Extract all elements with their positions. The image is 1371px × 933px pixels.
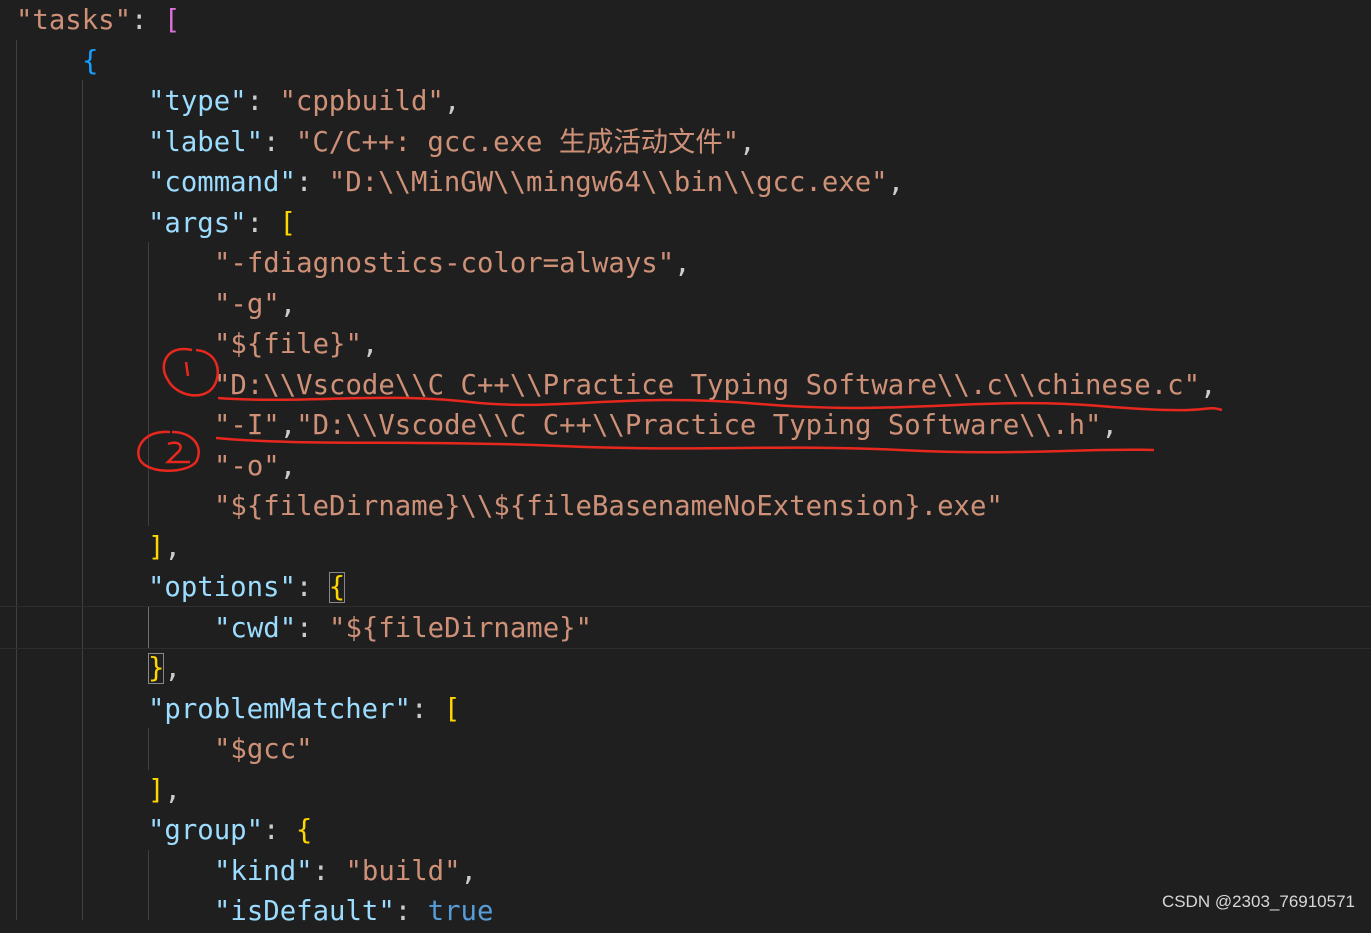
code-line-arg-include[interactable]: "-I","D:\\Vscode\\C C++\\Practice Typing… [214,406,1118,447]
token: true [427,896,494,927]
token: "label" [148,126,264,158]
token: : [312,855,346,887]
token: "-g" [214,288,280,320]
token: [ [443,693,461,725]
token: : [296,612,330,644]
token: ] [148,774,165,806]
token: "D:\\Vscode\\C C++\\Practice Typing Soft… [214,369,1201,401]
token: , [279,410,297,441]
token: "-o" [214,450,280,482]
token: "build" [345,855,461,887]
token: , [279,450,297,482]
token: , [164,653,181,684]
indent-guide [148,728,149,770]
indent-guide [148,850,149,920]
token: "C/C++: gcc.exe 生成活动文件" [295,126,740,158]
watermark: CSDN @2303_76910571 [1161,892,1355,911]
token: "${file}" [214,329,362,360]
token: "${fileDirname}\\${fileBasenameNoExtensi… [214,491,1003,522]
token: , [279,288,297,320]
indent-guide [82,80,83,920]
code-line-label-line[interactable]: "label": "C/C++: gcc.exe 生成活动文件", [148,123,756,164]
token: : [263,126,296,158]
token: "${fileDirname}" [329,612,592,644]
code-line-tasks-key[interactable]: "tasks": [ [16,1,180,42]
token: { [82,45,99,77]
token: , [1101,410,1118,441]
token: "D:\\Vscode\\C C++\\Practice Typing Soft… [296,410,1102,441]
token: { [295,815,313,846]
token: "tasks" [16,5,132,36]
token: : [394,896,428,927]
token: [ [279,207,296,239]
code-line-problemmatcher-close[interactable]: ], [148,771,181,812]
token: : [263,815,296,846]
token: "group" [148,815,264,846]
token: "$gcc" [214,734,313,765]
token: : [131,5,164,36]
code-line-args-close[interactable]: ], [148,528,181,569]
code-line-arg-o[interactable]: "-o", [214,447,296,488]
code-line-kind-line[interactable]: "kind": "build", [214,852,477,893]
token: : [410,693,444,725]
code-line-gcc-line[interactable]: "$gcc" [214,730,313,771]
token: { [328,572,346,603]
token: , [361,329,379,360]
token: "kind" [214,855,313,887]
code-line-cwd-line[interactable]: "cwd": "${fileDirname}" [214,609,592,650]
token: "options" [148,572,296,603]
token: "D:\\MinGW\\mingw64\\bin\\gcc.exe" [328,167,888,198]
token: , [674,248,691,279]
token: } [148,653,165,684]
token: "isDefault" [214,896,395,927]
code-line-group-line[interactable]: "group": { [148,811,312,852]
current-line-border [0,648,1371,649]
code-line-args-line[interactable]: "args": [ [148,204,296,245]
code-line-arg-diagnostics[interactable]: "-fdiagnostics-color=always", [214,244,691,285]
code-line-arg-g[interactable]: "-g", [214,285,296,326]
token: : [246,207,280,239]
token: "cwd" [214,612,297,644]
token: , [460,855,477,887]
token: , [443,86,461,117]
token: [ [163,5,181,36]
token: "cppbuild" [279,86,444,117]
code-editor[interactable]: "tasks": [{"type": "cppbuild", "label": "… [0,0,1371,927]
token: , [164,774,181,806]
code-line-options-line[interactable]: "options": { [148,568,346,609]
code-line-isdefault-line[interactable]: "isDefault": true [214,892,493,933]
token: "type" [148,86,247,117]
token: "problemMatcher" [148,693,411,725]
token: "-fdiagnostics-color=always" [214,248,675,279]
token: "command" [148,167,296,198]
code-line-arg-output[interactable]: "${fileDirname}\\${fileBasenameNoExtensi… [214,487,1003,528]
code-line-problemmatcher-line[interactable]: "problemMatcher": [ [148,690,460,731]
token: ] [148,531,165,563]
code-line-command-line[interactable]: "command": "D:\\MinGW\\mingw64\\bin\\gcc… [148,163,904,204]
indent-guide [148,606,149,648]
token: : [246,86,280,117]
token: , [1200,369,1217,401]
code-line-options-close[interactable]: }, [148,649,181,690]
token: , [739,126,756,158]
indent-guide [16,40,17,920]
token: , [164,531,181,563]
token: , [887,167,904,198]
token: : [295,167,329,198]
indent-guide [148,242,149,526]
code-line-task-open-brace[interactable]: { [82,42,98,83]
token: "args" [148,207,247,239]
token: : [295,572,329,603]
code-line-type-line[interactable]: "type": "cppbuild", [148,82,460,123]
code-line-arg-file[interactable]: "${file}", [214,325,378,366]
code-line-arg-chinese-c[interactable]: "D:\\Vscode\\C C++\\Practice Typing Soft… [214,366,1216,407]
token: "-I" [214,410,280,441]
